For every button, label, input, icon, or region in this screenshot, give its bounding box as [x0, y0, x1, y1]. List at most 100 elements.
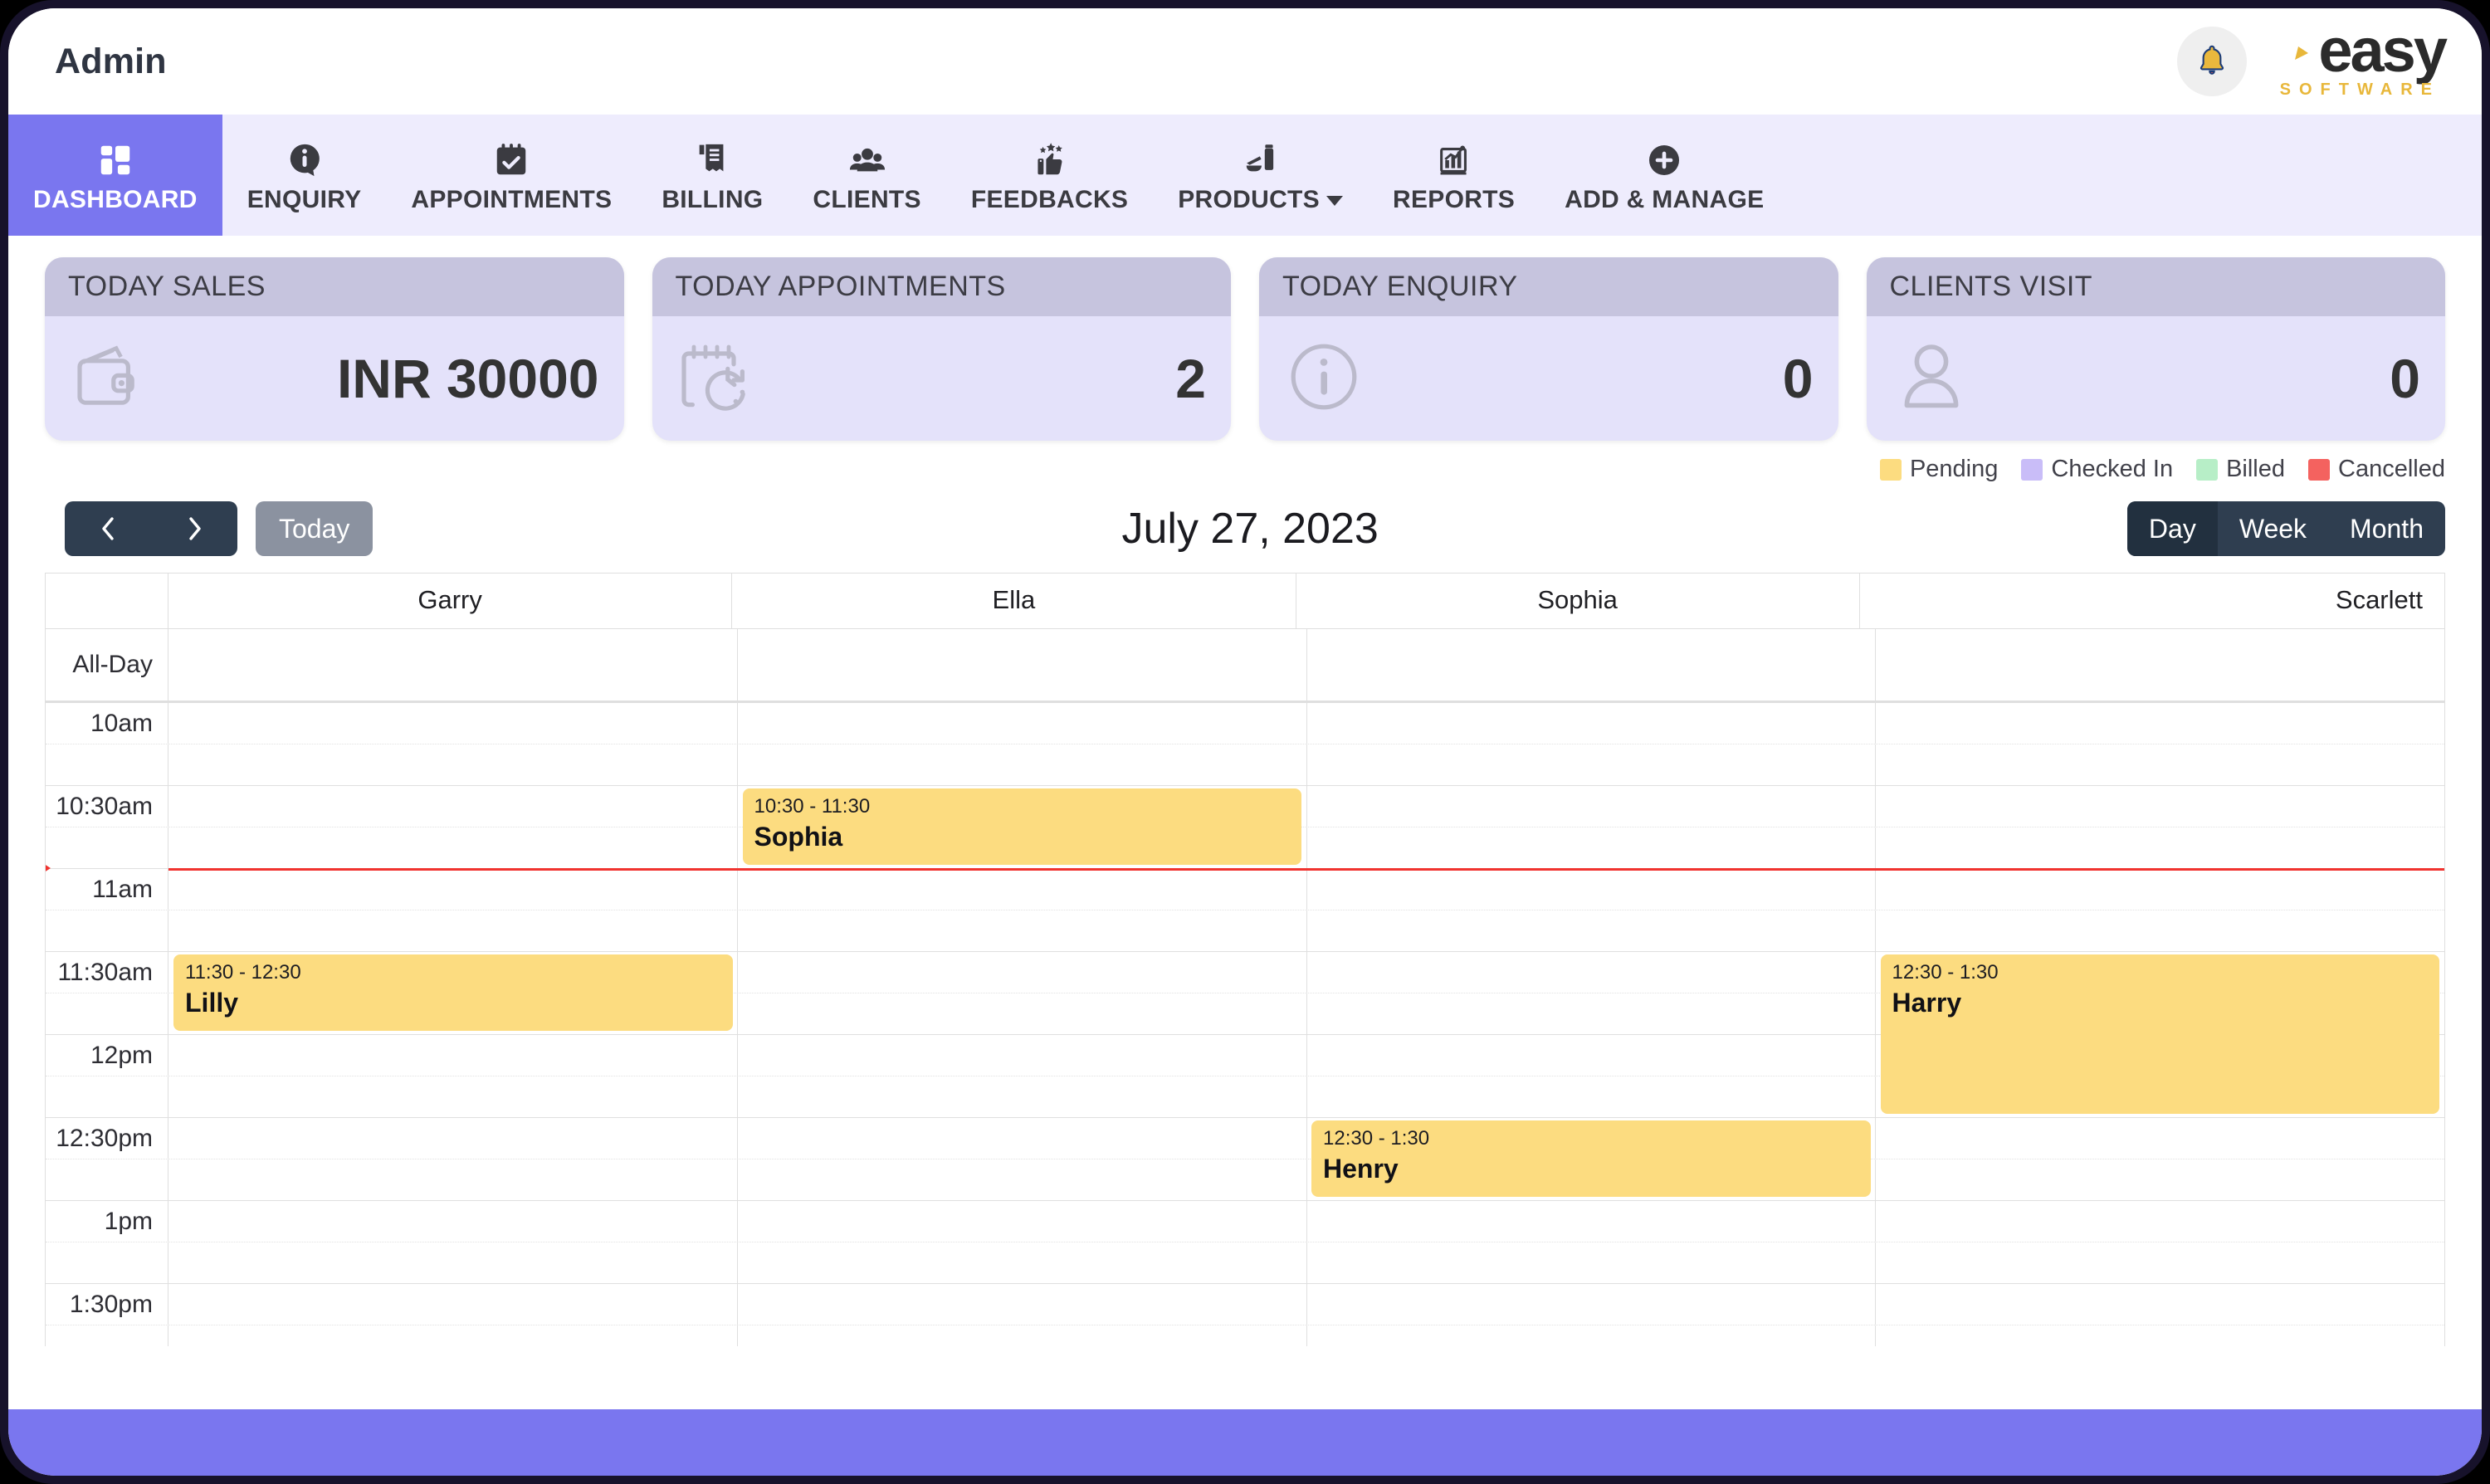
nav-item-reports[interactable]: REPORTS	[1368, 115, 1540, 236]
calendar-cell[interactable]	[168, 827, 738, 868]
nav-item-feedbacks[interactable]: FEEDBACKS	[946, 115, 1153, 236]
calendar-cell[interactable]	[738, 1242, 1307, 1283]
stat-card-today-enquiry[interactable]: TODAY ENQUIRY 0	[1259, 257, 1838, 441]
all-day-cell[interactable]	[168, 629, 738, 701]
calendar-cell[interactable]	[738, 1201, 1307, 1242]
top-bar-right: easy SOFTWARE	[2176, 20, 2448, 100]
calendar-cell[interactable]	[1876, 744, 2444, 785]
stat-card-clients-visit[interactable]: CLIENTS VISIT 0	[1866, 257, 2445, 441]
nav-item-add-manage[interactable]: ADD & MANAGE	[1540, 115, 1789, 236]
nav-item-billing[interactable]: BILLING	[637, 115, 788, 236]
calendar-cell[interactable]	[168, 1159, 738, 1200]
calendar-cell[interactable]	[1876, 703, 2444, 744]
calendar-cell[interactable]	[738, 1118, 1307, 1159]
calendar-event[interactable]: 12:30 - 1:30 Henry	[1311, 1120, 1871, 1197]
calendar-cell[interactable]	[738, 1159, 1307, 1200]
calendar-cell[interactable]	[1307, 827, 1877, 868]
calendar-cell[interactable]	[1876, 786, 2444, 827]
calendar-cell[interactable]	[1307, 1284, 1877, 1325]
prev-next-group	[65, 501, 237, 556]
calendar-cell[interactable]	[1876, 869, 2444, 910]
calendar-cell[interactable]	[1307, 1035, 1877, 1076]
calendar-event[interactable]: 10:30 - 11:30 Sophia	[742, 788, 1301, 865]
calendar-cell[interactable]	[1876, 1242, 2444, 1283]
calendar-cell[interactable]	[168, 1118, 738, 1159]
calendar-cell[interactable]	[168, 1242, 738, 1283]
resource-header-scarlett[interactable]: Scarlett	[1860, 574, 2444, 628]
calendar-cell[interactable]	[1876, 1201, 2444, 1242]
calendar-cell[interactable]	[738, 1035, 1307, 1076]
calendar-event[interactable]: 11:30 - 12:30 Lilly	[173, 954, 733, 1031]
calendar-cell[interactable]	[168, 703, 738, 744]
calendar-cell[interactable]	[1307, 993, 1877, 1034]
current-time-indicator-arrow	[46, 857, 51, 879]
calendar-cell[interactable]	[168, 786, 738, 827]
calendar-cell[interactable]	[168, 869, 738, 910]
event-client-name: Henry	[1323, 1153, 1399, 1184]
calendar-cell[interactable]	[1307, 1201, 1877, 1242]
calendar-cell[interactable]	[1876, 827, 2444, 868]
calendar-cell[interactable]	[738, 744, 1307, 785]
calendar-cell[interactable]	[168, 1201, 738, 1242]
calendar-cell[interactable]	[168, 1325, 738, 1346]
calendar-cell[interactable]	[738, 910, 1307, 951]
calendar-cell[interactable]	[168, 1284, 738, 1325]
calendar-cell[interactable]	[1876, 1284, 2444, 1325]
nav-item-clients[interactable]: CLIENTS	[788, 115, 945, 236]
legend-swatch	[2196, 458, 2219, 481]
view-button-day[interactable]: Day	[2126, 501, 2218, 556]
calendar-cell[interactable]	[738, 1076, 1307, 1117]
calendar-cell[interactable]	[168, 910, 738, 951]
time-slot-label: 11am	[46, 869, 168, 910]
resource-header-garry[interactable]: Garry	[168, 574, 733, 628]
view-button-week[interactable]: Week	[2218, 501, 2328, 556]
prev-day-button[interactable]	[65, 501, 151, 556]
calendar-cell[interactable]	[168, 1076, 738, 1117]
legend-item-cancelled: Cancelled	[2308, 456, 2445, 483]
calendar-cell[interactable]	[738, 703, 1307, 744]
calendar-cell[interactable]	[738, 869, 1307, 910]
calendar-cell[interactable]	[1307, 1325, 1877, 1346]
calendar-cell[interactable]	[1307, 910, 1877, 951]
calendar-event[interactable]: 12:30 - 1:30 Harry	[1880, 954, 2439, 1114]
calendar-cell[interactable]	[1307, 703, 1877, 744]
notification-button[interactable]	[2176, 27, 2247, 96]
calendar-cell[interactable]	[1307, 869, 1877, 910]
all-day-cell[interactable]	[1307, 629, 1877, 701]
calendar-cell[interactable]	[168, 1035, 738, 1076]
nav-item-products[interactable]: PRODUCTS	[1153, 115, 1368, 236]
nav-item-label: CLIENTS	[813, 186, 921, 213]
calendar-cell[interactable]	[738, 993, 1307, 1034]
all-day-cell[interactable]	[1876, 629, 2444, 701]
calendar-cell[interactable]	[1876, 1325, 2444, 1346]
view-button-month[interactable]: Month	[2328, 501, 2445, 556]
time-slot-label	[46, 1325, 168, 1346]
bottom-accent-bar	[8, 1409, 2482, 1476]
calendar-cell[interactable]	[1876, 910, 2444, 951]
calendar-cell[interactable]	[1876, 1118, 2444, 1159]
receipt-icon	[693, 136, 731, 179]
calendar-cell[interactable]	[1307, 952, 1877, 993]
calendar-cell[interactable]	[1307, 1076, 1877, 1117]
all-day-cell[interactable]	[738, 629, 1307, 701]
time-slot-label: 1pm	[46, 1201, 168, 1242]
calendar-cell[interactable]	[1307, 1242, 1877, 1283]
stat-card-today-appointments[interactable]: TODAY APPOINTMENTS 2	[652, 257, 1231, 441]
nav-item-enquiry[interactable]: ENQUIRY	[222, 115, 387, 236]
calendar-cell[interactable]	[738, 1325, 1307, 1346]
calendar-cell[interactable]	[168, 744, 738, 785]
time-slot-row	[46, 910, 2444, 951]
stat-card-today-sales[interactable]: TODAY SALES INR 30000	[45, 257, 624, 441]
calendar-cell[interactable]	[738, 952, 1307, 993]
next-day-button[interactable]	[151, 501, 237, 556]
calendar-cell[interactable]	[1876, 1159, 2444, 1200]
calendar-cell[interactable]	[1307, 786, 1877, 827]
resource-header-sophia[interactable]: Sophia	[1296, 574, 1860, 628]
calendar-cell[interactable]	[738, 1284, 1307, 1325]
nav-item-dashboard[interactable]: DASHBOARD	[8, 115, 222, 236]
today-button[interactable]: Today	[256, 501, 374, 556]
nav-item-appointments[interactable]: APPOINTMENTS	[386, 115, 637, 236]
calendar-cell[interactable]	[1307, 744, 1877, 785]
time-slot-row: 10am	[46, 702, 2444, 744]
resource-header-ella[interactable]: Ella	[732, 574, 1296, 628]
